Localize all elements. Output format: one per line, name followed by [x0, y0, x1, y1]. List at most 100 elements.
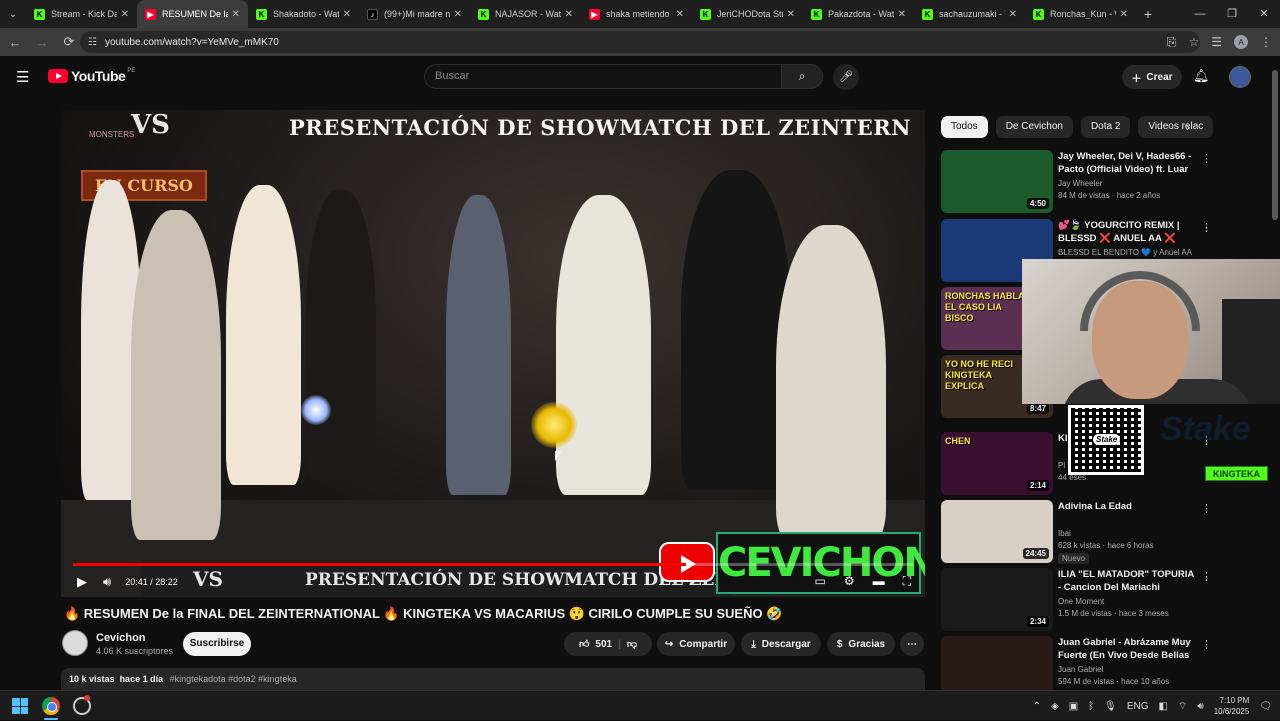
tray-chevron-icon[interactable]: ⌃: [1033, 701, 1041, 712]
filter-chip[interactable]: Dota 2: [1080, 116, 1131, 138]
close-tab-icon[interactable]: ✕: [343, 9, 351, 20]
video-thumbnail[interactable]: 24:45: [941, 500, 1053, 563]
mic-icon[interactable]: 🎙︎: [1104, 701, 1117, 712]
close-tab-icon[interactable]: ✕: [1120, 9, 1128, 20]
close-tab-icon[interactable]: ✕: [121, 9, 129, 20]
browser-tab[interactable]: Ksachauzumaki - W ✕: [914, 0, 1025, 28]
recommended-video[interactable]: 24:45 Adivina La Edad Ibai 628 k vistas · h…: [941, 500, 1261, 564]
hashtags[interactable]: #kingtekadota #dota2 #kingteka: [170, 674, 297, 684]
filter-chip[interactable]: Todos: [941, 116, 988, 138]
page-scrollbar[interactable]: [1271, 60, 1279, 690]
new-tab-button[interactable]: +: [1136, 6, 1160, 22]
notifications-bell-icon[interactable]: 🔔︎: [1193, 68, 1210, 84]
tray-app-icon[interactable]: ◈: [1051, 701, 1059, 712]
recommended-title[interactable]: Adivina La Edad: [1058, 500, 1196, 513]
browser-tab[interactable]: K NAJASOR - Watch ✕: [470, 0, 581, 28]
recommended-channel[interactable]: Jay Wheeler: [1058, 179, 1102, 188]
close-window-button[interactable]: ✕: [1248, 0, 1280, 28]
recommended-title[interactable]: Juan Gabriel - Abrázame Muy Fuerte (En V…: [1058, 636, 1196, 663]
profile-avatar[interactable]: A: [1234, 35, 1248, 49]
more-actions-button[interactable]: ⋯: [900, 632, 924, 656]
browser-tab[interactable]: K JeriCHODota Stream ✕: [692, 0, 803, 28]
description-box[interactable]: 10 k vistas hace 1 día #kingtekadota #do…: [61, 668, 925, 690]
browser-tab[interactable]: K Ronchas_Kun - W ✕: [1025, 0, 1136, 28]
browser-tab[interactable]: ♪ (99+)Mi madre no me ✕: [359, 0, 470, 28]
network-icon[interactable]: ◧: [1159, 701, 1168, 712]
create-button[interactable]: ＋ Crear: [1122, 65, 1182, 89]
recommended-channel[interactable]: Pl: [1058, 461, 1065, 470]
recommended-channel[interactable]: One Moment: [1058, 597, 1104, 606]
forward-button[interactable]: →: [30, 35, 54, 50]
bookmark-star-icon[interactable]: ☆: [1188, 35, 1199, 49]
close-tab-icon[interactable]: ✕: [565, 9, 573, 20]
browser-tab[interactable]: K Pakazdota - Watch ✕: [803, 0, 914, 28]
recommended-channel[interactable]: Ibai: [1058, 529, 1071, 538]
subscribe-button[interactable]: Suscribirse: [183, 632, 251, 656]
account-avatar[interactable]: [1229, 66, 1251, 88]
fullscreen-icon[interactable]: ⛶: [903, 574, 911, 589]
like-button[interactable]: 👍︎ 501: [579, 638, 612, 651]
more-options-icon[interactable]: ⋮: [1201, 502, 1212, 515]
reload-button[interactable]: ⟳: [57, 34, 81, 50]
filter-chip[interactable]: Videos relac: [1138, 116, 1214, 138]
settings-gear-icon[interactable]: ⚙: [844, 574, 855, 589]
chevron-right-icon[interactable]: ›: [1186, 120, 1190, 134]
chrome-taskbar-icon[interactable]: [42, 697, 60, 715]
tray-app-icon[interactable]: ▣: [1069, 701, 1078, 712]
tab-search-chevron-icon[interactable]: ⌄: [0, 0, 26, 28]
volume-icon[interactable]: 🔊︎: [103, 574, 111, 590]
recommended-title[interactable]: 💕🍃 YOGURCITO REMIX | BLESSD ❌ ANUEL AA ❌…: [1058, 219, 1196, 246]
close-tab-icon[interactable]: ✕: [454, 9, 462, 20]
close-tab-icon[interactable]: ✕: [1009, 9, 1017, 20]
thumbs-down-icon[interactable]: 👎︎: [627, 638, 637, 650]
windows-start-icon[interactable]: [12, 698, 28, 714]
download-button[interactable]: ⤓ Descargar: [741, 632, 821, 656]
close-tab-icon[interactable]: ✕: [232, 9, 240, 20]
browser-tab[interactable]: K Stream - Kick Dashboard ✕: [26, 0, 137, 28]
video-player[interactable]: VS MONSTERS PRESENTACIÓN DE SHOWMATCH DE…: [61, 110, 925, 597]
maximize-button[interactable]: ❐: [1216, 0, 1248, 28]
video-thumbnail[interactable]: 2:34: [941, 568, 1053, 631]
search-input[interactable]: Buscar: [424, 64, 782, 89]
recommended-video[interactable]: 4:50 Jay Wheeler, Dei V, Hades66 - Pacto …: [941, 150, 1261, 214]
recommended-title[interactable]: Jay Wheeler, Dei V, Hades66 - Pacto (Off…: [1058, 150, 1196, 177]
browser-tab[interactable]: ▶ shaka metiendo c ✕: [581, 0, 692, 28]
scrollbar-thumb[interactable]: [1272, 70, 1278, 220]
bluetooth-icon[interactable]: ᛒ: [1088, 701, 1094, 712]
minimize-button[interactable]: —: [1184, 0, 1216, 28]
search-button[interactable]: ⌕: [781, 64, 823, 89]
recommended-title[interactable]: ILIA "EL MATADOR" TOPURIA - Cancion Del …: [1058, 568, 1196, 594]
video-thumbnail[interactable]: 4:50: [941, 150, 1053, 213]
address-bar[interactable]: ☷ youtube.com/watch?v=YeMVe_mMK70: [80, 31, 1200, 53]
hamburger-menu-icon[interactable]: ☰: [16, 68, 29, 86]
share-button[interactable]: ↪ Compartir: [657, 632, 735, 656]
notification-icon[interactable]: 🗨︎: [1259, 701, 1272, 712]
media-controls-icon[interactable]: ☰: [1211, 35, 1222, 49]
recommended-video[interactable]: 2:34 ILIA "EL MATADOR" TOPURIA - Cancion …: [941, 568, 1261, 632]
browser-menu-icon[interactable]: ⋮: [1260, 35, 1272, 49]
recommended-channel[interactable]: BLESSD EL BENDITO 💙 y Anuel AA: [1058, 248, 1192, 257]
more-options-icon[interactable]: ⋮: [1201, 221, 1212, 234]
browser-tab[interactable]: K Shakadoto - Watch ✕: [248, 0, 359, 28]
subtitles-icon[interactable]: ▭: [814, 574, 825, 589]
wifi-icon[interactable]: ⌔: [1178, 700, 1187, 713]
more-options-icon[interactable]: ⋮: [1201, 152, 1212, 165]
thanks-button[interactable]: $ Gracias: [827, 632, 895, 656]
clock[interactable]: 7:10 PM 10/6/2025: [1214, 695, 1250, 717]
video-thumbnail[interactable]: CHEN 2:14: [941, 432, 1053, 495]
back-button[interactable]: ←: [3, 35, 27, 50]
filter-chip[interactable]: De Cevichon: [995, 116, 1073, 138]
language-indicator[interactable]: ENG: [1127, 701, 1149, 712]
site-info-icon[interactable]: ☷: [88, 37, 97, 48]
progress-bar[interactable]: [73, 563, 913, 566]
youtube-logo[interactable]: YouTube PE: [48, 68, 135, 84]
close-tab-icon[interactable]: ✕: [676, 9, 684, 20]
recommended-channel[interactable]: Juan Gabriel: [1058, 665, 1103, 674]
cast-icon[interactable]: ⎘: [1167, 35, 1177, 50]
more-options-icon[interactable]: ⋮: [1201, 638, 1212, 651]
volume-tray-icon[interactable]: 🔊︎: [1197, 701, 1203, 712]
play-icon[interactable]: ▶: [77, 574, 87, 590]
more-options-icon[interactable]: ⋮: [1201, 570, 1212, 583]
voice-search-icon[interactable]: 🎤︎: [833, 64, 859, 90]
channel-name[interactable]: Cevichon: [96, 632, 146, 644]
